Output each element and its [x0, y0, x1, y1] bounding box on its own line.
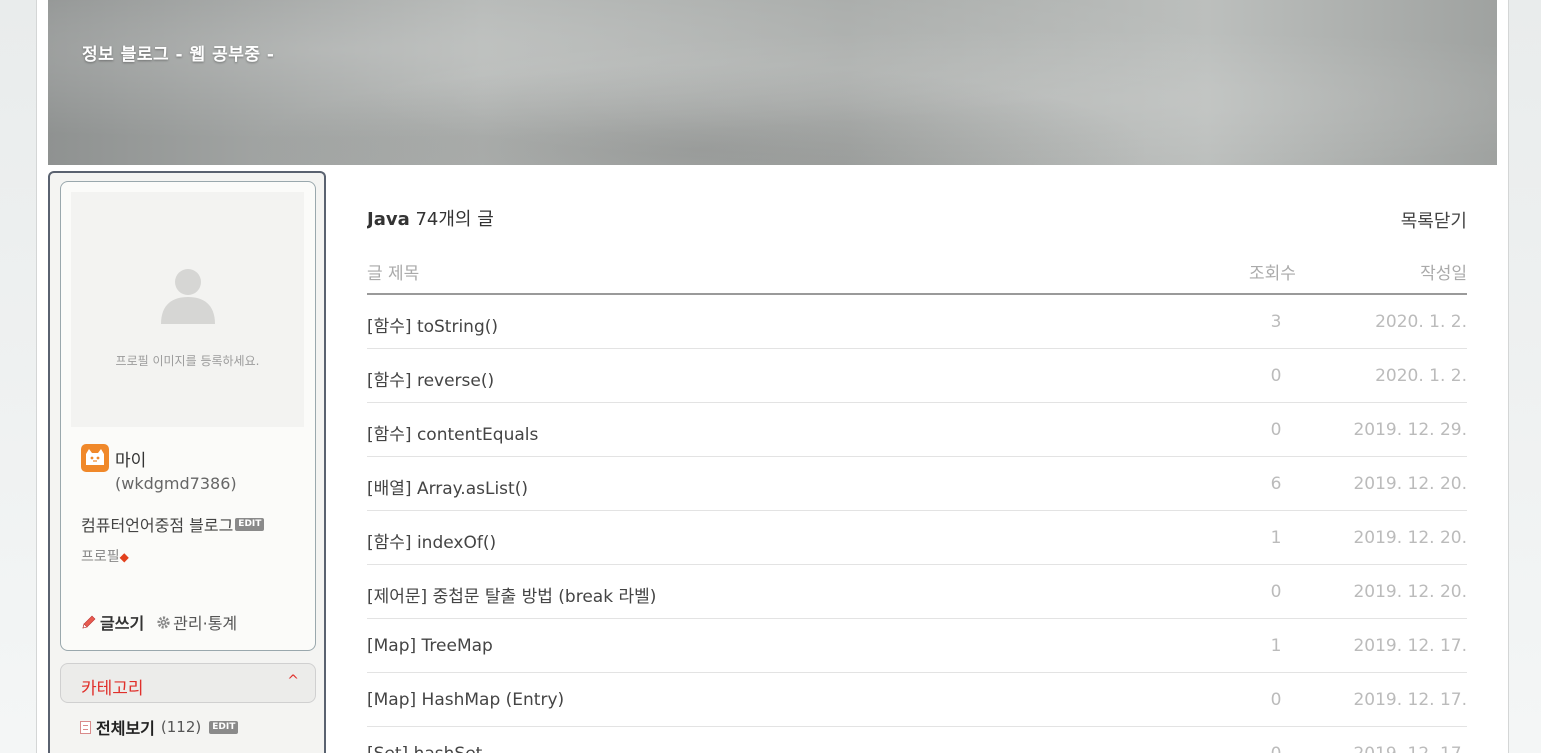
post-title[interactable]: [함수] contentEquals	[367, 420, 538, 445]
person-icon	[157, 262, 219, 324]
profile-image-hint: 프로필 이미지를 등록하세요.	[115, 354, 260, 368]
column-header: 글 제목 조회수 작성일	[367, 259, 1467, 295]
post-list-panel: Java 74개의 글 목록닫기 글 제목 조회수 작성일 [함수] toStr…	[367, 165, 1467, 753]
post-title[interactable]: [Map] HashMap (Entry)	[367, 690, 564, 710]
document-icon	[80, 720, 91, 734]
write-post-label: 글쓰기	[100, 614, 145, 633]
post-date: 2020. 1. 2.	[1375, 312, 1467, 332]
blog-title[interactable]: 정보 블로그 - 웹 공부중 -	[82, 40, 274, 65]
profile-link[interactable]: 프로필◆	[81, 546, 129, 566]
profile-box: 프로필 이미지를 등록하세요. 마이 (wkdgmd7386) 컴퓨터언어중점 …	[60, 181, 316, 651]
post-date: 2020. 1. 2.	[1375, 366, 1467, 386]
post-row[interactable]: [함수] contentEquals 0 2019. 12. 29.	[367, 403, 1467, 457]
post-row[interactable]: [Map] HashMap (Entry) 0 2019. 12. 17.	[367, 673, 1467, 727]
post-title[interactable]: [함수] toString()	[367, 312, 498, 337]
post-views: 1	[1270, 528, 1282, 548]
post-views: 0	[1270, 582, 1282, 602]
gear-icon	[157, 615, 170, 629]
arrow-dot-icon: ◆	[119, 550, 129, 564]
profile-image-placeholder[interactable]: 프로필 이미지를 등록하세요.	[71, 192, 304, 427]
blog-description-row: 컴퓨터언어중점 블로그 EDIT	[81, 512, 265, 536]
pencil-icon	[82, 615, 96, 629]
description-edit-button[interactable]: EDIT	[235, 517, 265, 531]
admin-stats-button[interactable]: 관리·통계	[156, 610, 237, 634]
post-title[interactable]: [Map] TreeMap	[367, 636, 493, 656]
post-date: 2019. 12. 29.	[1353, 420, 1467, 440]
nickname[interactable]: 마이	[115, 446, 146, 471]
post-date: 2019. 12. 17.	[1353, 636, 1467, 656]
category-all-posts[interactable]: 전체보기 (112) EDIT	[80, 715, 239, 739]
post-title[interactable]: [Set] hashSet	[367, 744, 482, 753]
post-row[interactable]: [배열] Array.asList() 6 2019. 12. 20.	[367, 457, 1467, 511]
post-views: 0	[1270, 366, 1282, 386]
post-title[interactable]: [함수] indexOf()	[367, 528, 496, 553]
category-header[interactable]: 카테고리 ^	[60, 663, 316, 703]
blog-banner: 정보 블로그 - 웹 공부중 -	[48, 0, 1497, 165]
category-edit-button[interactable]: EDIT	[209, 720, 239, 734]
column-views: 조회수	[1249, 264, 1296, 284]
cat-avatar-icon	[81, 444, 109, 472]
post-date: 2019. 12. 17.	[1353, 744, 1467, 753]
column-title: 글 제목	[367, 264, 420, 284]
list-category-heading: Java 74개의 글	[367, 209, 494, 230]
category-name: Java	[367, 209, 410, 230]
post-views: 3	[1270, 312, 1282, 332]
post-title[interactable]: [배열] Array.asList()	[367, 474, 528, 499]
close-list-button[interactable]: 목록닫기	[1401, 207, 1467, 233]
all-posts-label: 전체보기	[96, 719, 155, 738]
post-views: 1	[1270, 636, 1282, 656]
post-date: 2019. 12. 20.	[1353, 582, 1467, 602]
post-row[interactable]: [함수] reverse() 0 2020. 1. 2.	[367, 349, 1467, 403]
column-date: 작성일	[1420, 264, 1467, 284]
nickname-row: 마이	[81, 444, 146, 472]
chevron-up-icon[interactable]: ^	[287, 673, 299, 689]
post-rows: [함수] toString() 3 2020. 1. 2. [함수] rever…	[367, 295, 1467, 753]
post-views: 0	[1270, 420, 1282, 440]
blog-description: 컴퓨터언어중점 블로그	[81, 516, 234, 535]
post-title[interactable]: [함수] reverse()	[367, 366, 494, 391]
post-row[interactable]: [Set] hashSet 0 2019. 12. 17.	[367, 727, 1467, 753]
all-posts-count: (112)	[160, 718, 202, 736]
post-row[interactable]: [제어문] 중첩문 탈출 방법 (break 라벨) 0 2019. 12. 2…	[367, 565, 1467, 619]
blog-tools: 글쓰기 관리·통계	[81, 610, 237, 634]
user-id: (wkdgmd7386)	[115, 474, 237, 493]
sidebar: 프로필 이미지를 등록하세요. 마이 (wkdgmd7386) 컴퓨터언어중점 …	[48, 171, 326, 753]
post-row[interactable]: [Map] TreeMap 1 2019. 12. 17.	[367, 619, 1467, 673]
post-title[interactable]: [제어문] 중첩문 탈출 방법 (break 라벨)	[367, 582, 656, 607]
list-header: Java 74개의 글 목록닫기	[367, 205, 1467, 235]
post-views: 0	[1270, 690, 1282, 710]
write-post-button[interactable]: 글쓰기	[81, 610, 144, 634]
post-count: 74개의 글	[415, 209, 494, 230]
post-views: 0	[1267, 744, 1285, 753]
post-row[interactable]: [함수] toString() 3 2020. 1. 2.	[367, 295, 1467, 349]
post-row[interactable]: [함수] indexOf() 1 2019. 12. 20.	[367, 511, 1467, 565]
post-date: 2019. 12. 17.	[1353, 690, 1467, 710]
admin-stats-label: 관리·통계	[173, 614, 238, 633]
post-views: 6	[1270, 474, 1282, 494]
category-title: 카테고리	[81, 679, 144, 699]
post-date: 2019. 12. 20.	[1353, 528, 1467, 548]
profile-link-label: 프로필	[81, 549, 120, 565]
post-date: 2019. 12. 20.	[1353, 474, 1467, 494]
